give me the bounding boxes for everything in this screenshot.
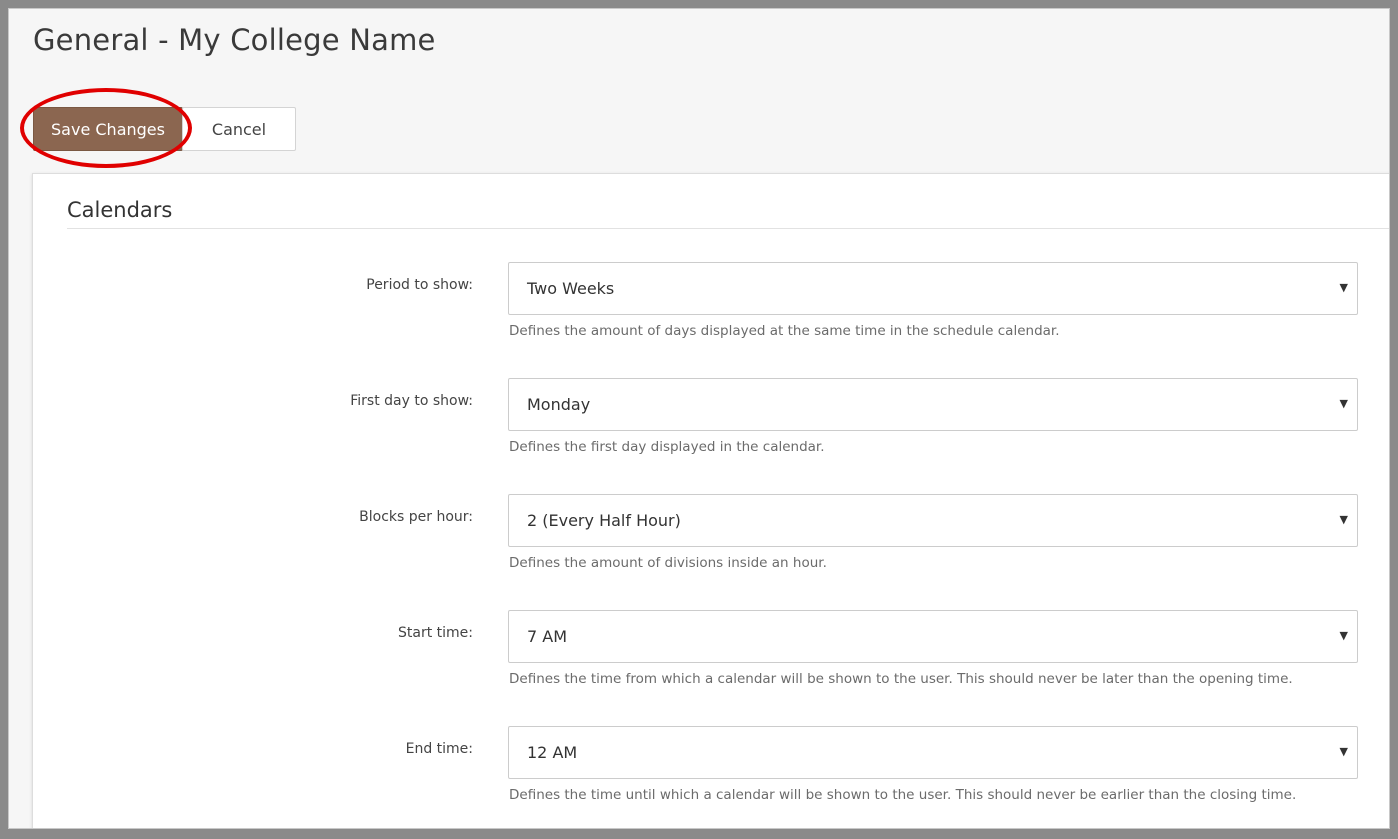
field-label: Start time: <box>398 625 473 641</box>
help-text: Defines the amount of divisions inside a… <box>509 555 827 571</box>
blocks-per-hour-select[interactable]: 2 (Every Half Hour) ▼ <box>508 494 1358 547</box>
end-time-select[interactable]: 12 AM ▼ <box>508 726 1358 779</box>
screenshot-frame: General - My College Name Save Changes C… <box>0 0 1398 839</box>
chevron-down-icon: ▼ <box>1339 397 1348 410</box>
select-value: Monday <box>527 395 591 414</box>
chevron-down-icon: ▼ <box>1339 513 1348 526</box>
help-text: Defines the first day displayed in the c… <box>509 439 825 455</box>
chevron-down-icon: ▼ <box>1339 629 1348 642</box>
field-first-day-to-show: First day to show: Monday ▼ Defines the … <box>33 378 1389 478</box>
select-value: 12 AM <box>527 743 578 762</box>
select-value: Two Weeks <box>527 279 615 298</box>
settings-page: General - My College Name Save Changes C… <box>8 8 1390 829</box>
field-end-time: End time: 12 AM ▼ Defines the time until… <box>33 726 1389 826</box>
calendars-panel: Calendars Period to show: Two Weeks ▼ De… <box>32 173 1389 828</box>
field-start-time: Start time: 7 AM ▼ Defines the time from… <box>33 610 1389 710</box>
chevron-down-icon: ▼ <box>1339 745 1348 758</box>
section-divider <box>67 228 1389 229</box>
cancel-button[interactable]: Cancel <box>182 107 296 151</box>
help-text: Defines the amount of days displayed at … <box>509 323 1060 339</box>
select-value: 2 (Every Half Hour) <box>527 511 681 530</box>
field-blocks-per-hour: Blocks per hour: 2 (Every Half Hour) ▼ D… <box>33 494 1389 594</box>
select-value: 7 AM <box>527 627 568 646</box>
field-label: First day to show: <box>350 393 473 409</box>
chevron-down-icon: ▼ <box>1339 281 1348 294</box>
help-text: Defines the time until which a calendar … <box>509 787 1297 803</box>
field-label: Blocks per hour: <box>359 509 473 525</box>
help-text: Defines the time from which a calendar w… <box>509 671 1293 687</box>
start-time-select[interactable]: 7 AM ▼ <box>508 610 1358 663</box>
field-label: End time: <box>405 741 473 757</box>
period-to-show-select[interactable]: Two Weeks ▼ <box>508 262 1358 315</box>
first-day-to-show-select[interactable]: Monday ▼ <box>508 378 1358 431</box>
save-changes-button[interactable]: Save Changes <box>33 107 183 151</box>
field-label: Period to show: <box>366 277 473 293</box>
field-period-to-show: Period to show: Two Weeks ▼ Defines the … <box>33 262 1389 362</box>
page-title: General - My College Name <box>33 23 436 57</box>
section-title: Calendars <box>67 198 173 222</box>
